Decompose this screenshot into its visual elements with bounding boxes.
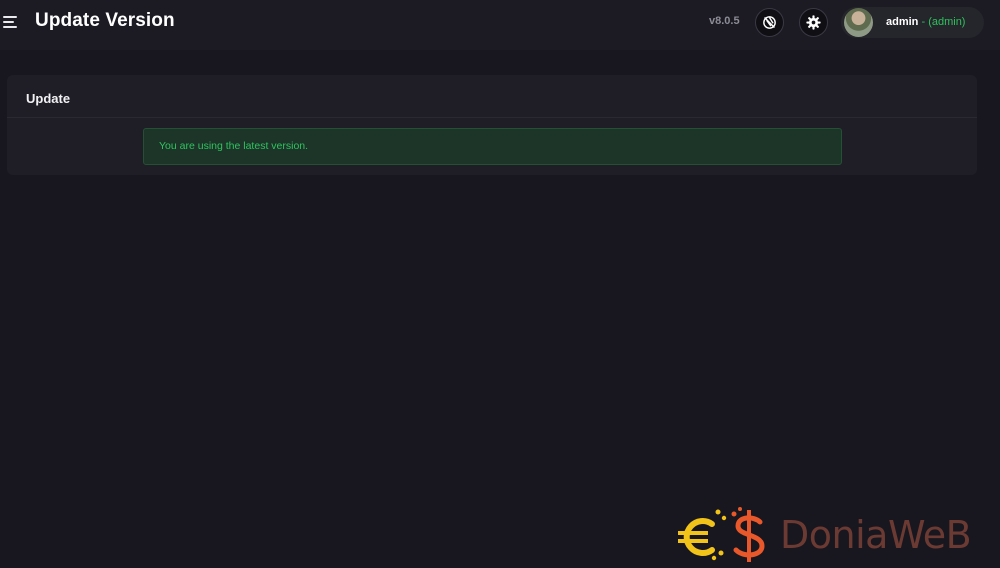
success-alert: You are using the latest version. bbox=[143, 128, 842, 165]
gear-icon bbox=[806, 15, 821, 30]
watermark-text: DoniaWeB bbox=[780, 513, 972, 557]
menu-icon[interactable] bbox=[3, 14, 19, 30]
settings-button[interactable] bbox=[799, 8, 828, 37]
user-menu[interactable]: admin - (admin) bbox=[841, 7, 984, 38]
euro-dollar-logo-icon bbox=[678, 507, 765, 562]
update-card: Update You are using the latest version. bbox=[7, 75, 977, 175]
theme-toggle-button[interactable] bbox=[755, 8, 784, 37]
avatar bbox=[844, 8, 873, 37]
user-name: admin - (admin) bbox=[886, 16, 965, 28]
card-title: Update bbox=[7, 75, 977, 118]
watermark-logo: DoniaWeB bbox=[678, 506, 998, 564]
top-navbar: Update Version v8.0.5 admin - (admin) bbox=[0, 0, 1000, 50]
user-name-text: admin bbox=[886, 16, 919, 28]
palette-off-icon bbox=[763, 16, 776, 29]
version-label: v8.0.5 bbox=[709, 15, 740, 27]
page-title: Update Version bbox=[35, 10, 175, 31]
user-role: - (admin) bbox=[921, 16, 966, 28]
